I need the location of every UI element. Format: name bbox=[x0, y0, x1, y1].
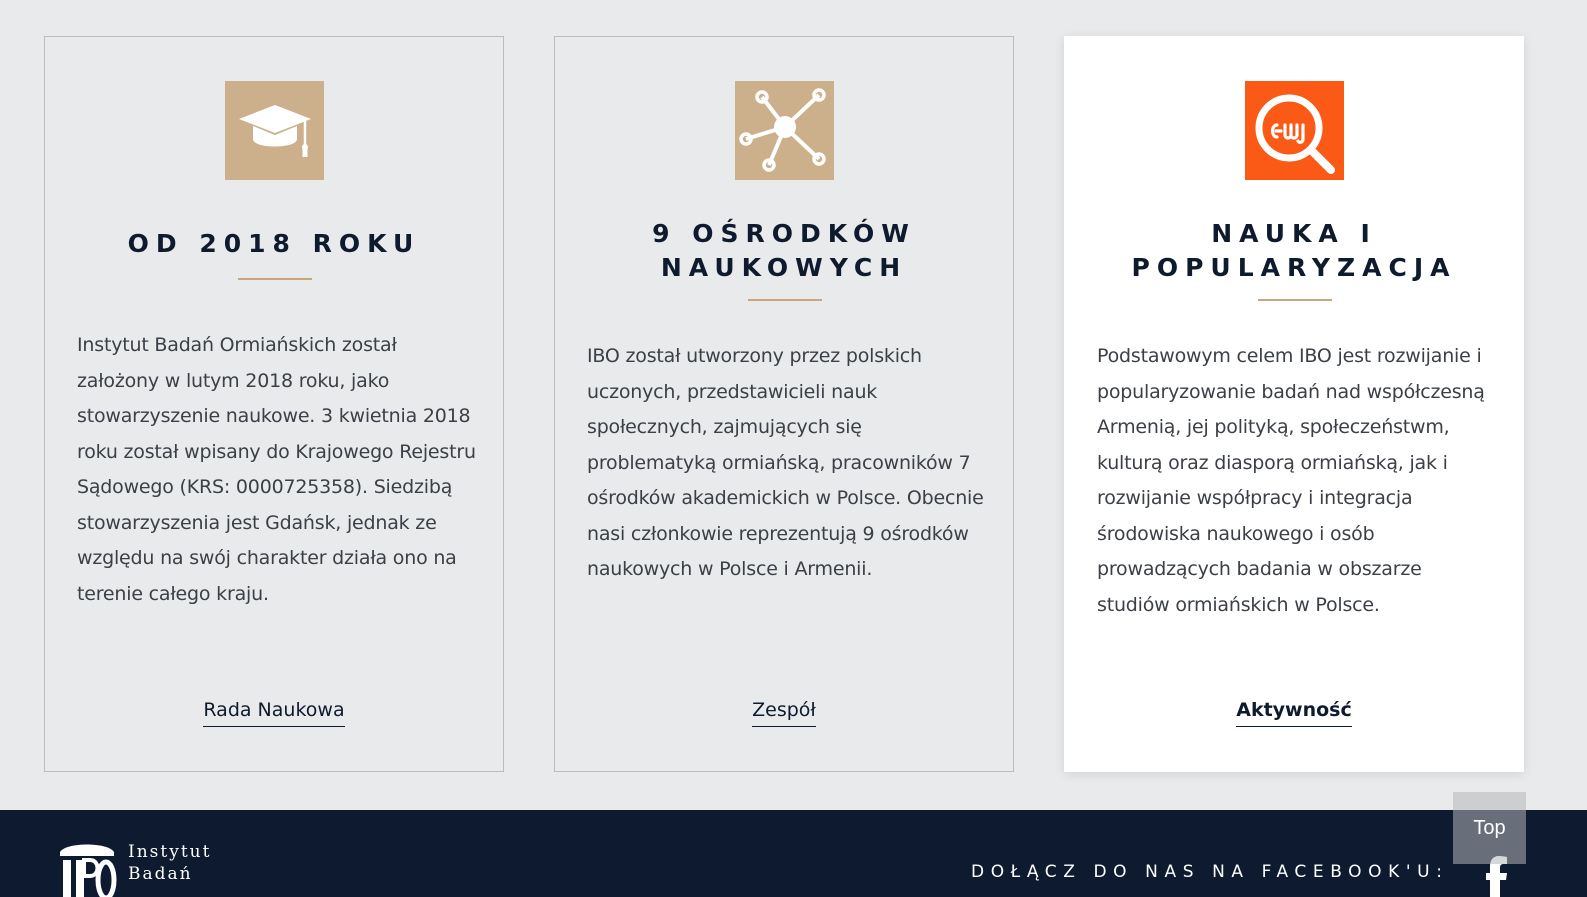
card-icon-box bbox=[735, 81, 834, 180]
card-title: 9 OŚRODKÓW NAUKOWYCH bbox=[652, 219, 916, 282]
card-since-2018: OD 2018 ROKU Instytut Badań Ormiańskich … bbox=[44, 36, 504, 772]
info-cards-section: OD 2018 ROKU Instytut Badań Ormiańskich … bbox=[0, 0, 1587, 810]
logo-text-line1: Instytut bbox=[128, 842, 212, 862]
site-footer: Instytut Badań DOŁĄCZ DO NAS NA FACEBOOK… bbox=[0, 810, 1587, 897]
card-link-wrapper: Rada Naukowa bbox=[45, 699, 503, 727]
card-description: Podstawowym celem IBO jest rozwijanie i … bbox=[1097, 345, 1485, 616]
network-nodes-icon bbox=[739, 88, 826, 172]
title-divider bbox=[748, 299, 822, 301]
title-divider bbox=[238, 278, 312, 280]
armenian-search-icon bbox=[1255, 94, 1335, 174]
card-description: Instytut Badań Ormiańskich został założo… bbox=[77, 334, 476, 605]
card-link-wrapper: Zespół bbox=[555, 699, 1013, 727]
back-to-top-button[interactable]: Top bbox=[1453, 792, 1526, 864]
ibo-logo[interactable]: Instytut Badań bbox=[56, 836, 211, 897]
card-icon-box bbox=[225, 81, 324, 180]
card-title: OD 2018 ROKU bbox=[127, 229, 421, 258]
card-research-centers: 9 OŚRODKÓW NAUKOWYCH IBO został utworzon… bbox=[554, 36, 1014, 772]
card-link-wrapper: Aktywność bbox=[1065, 699, 1523, 727]
zespol-link[interactable]: Zespół bbox=[752, 699, 816, 727]
card-title: NAUKA I POPULARYZACJA bbox=[1131, 219, 1457, 282]
ibo-logo-mark-icon bbox=[60, 844, 117, 897]
graduation-cap-icon bbox=[238, 104, 311, 157]
logo-text-line2: Badań bbox=[128, 864, 193, 884]
title-divider bbox=[1258, 299, 1332, 301]
card-science-popularization: NAUKA I POPULARYZACJA Podstawowym celem … bbox=[1064, 36, 1524, 772]
rada-naukowa-link[interactable]: Rada Naukowa bbox=[203, 699, 345, 727]
facebook-join-label: DOŁĄCZ DO NAS NA FACEBOOK'U: bbox=[971, 862, 1449, 882]
card-description: IBO został utworzony przez polskich uczo… bbox=[587, 345, 984, 580]
card-icon-box bbox=[1245, 81, 1344, 180]
logo-text: Instytut Badań bbox=[128, 841, 211, 885]
aktywnosc-link[interactable]: Aktywność bbox=[1236, 699, 1352, 727]
